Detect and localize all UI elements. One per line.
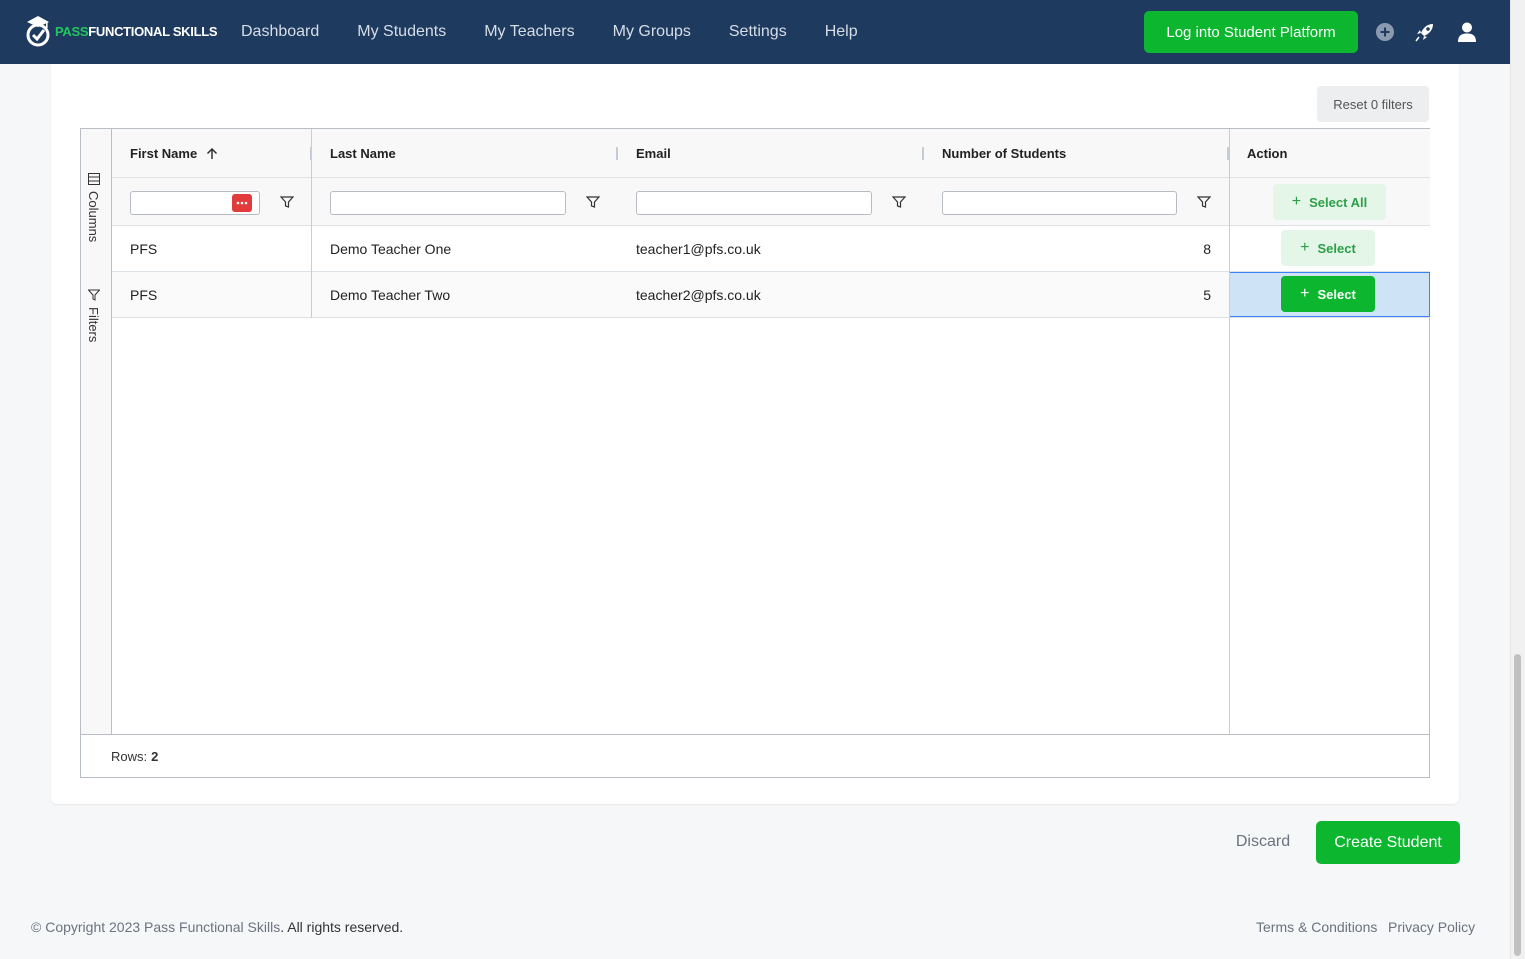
nav-my-teachers[interactable]: My Teachers	[484, 23, 574, 41]
grid-status-bar: Rows: 2	[81, 734, 1429, 777]
select-all-button[interactable]: + Select All	[1273, 184, 1386, 220]
filter-icon	[87, 289, 100, 301]
company-link[interactable]: Pass Functional Skills	[144, 919, 280, 935]
main-nav: Dashboard My Students My Teachers My Gro…	[241, 0, 896, 64]
rows-label: Rows:	[111, 748, 148, 764]
rocket-icon[interactable]	[1413, 20, 1437, 44]
filter-icon[interactable]	[586, 195, 600, 209]
column-header-action: Action	[1229, 129, 1430, 178]
cell-email: teacher2@pfs.co.uk	[636, 286, 761, 303]
plus-icon: +	[1300, 285, 1310, 302]
cell-first-name: PFS	[130, 286, 158, 303]
plus-icon: +	[1291, 193, 1302, 210]
copyright-prefix: © Copyright 2023	[31, 919, 145, 935]
column-header-label: First Name	[130, 146, 198, 161]
create-student-button[interactable]: Create Student	[1316, 821, 1460, 864]
column-divider	[311, 129, 312, 318]
rows-count: 2	[151, 748, 159, 764]
grid-filter-row: + Select All	[112, 178, 1430, 226]
discard-button[interactable]: Discard	[1215, 821, 1311, 863]
column-header-label: Last Name	[330, 146, 396, 161]
graduation-check-icon	[26, 16, 50, 47]
user-icon[interactable]	[1455, 20, 1479, 44]
select-row-button[interactable]: + Select	[1281, 230, 1375, 266]
select-label: Select	[1317, 286, 1356, 302]
column-header-last-name[interactable]: Last Name	[312, 129, 618, 178]
cell-number-of-students: 8	[1203, 240, 1211, 257]
number-of-students-filter-input[interactable]	[942, 191, 1177, 215]
copyright-text: © Copyright 2023 Pass Functional Skills.…	[31, 919, 403, 935]
columns-tab-label: Columns	[86, 191, 101, 243]
cell-number-of-students: 5	[1203, 286, 1211, 303]
grid-side-panel: Columns Filters	[81, 129, 112, 734]
cell-email: teacher1@pfs.co.uk	[636, 240, 761, 257]
select-label: Select	[1317, 240, 1356, 256]
email-filter-input[interactable]	[636, 191, 872, 215]
cell-first-name: PFS	[130, 240, 158, 257]
filters-panel-tab[interactable]: Filters	[86, 289, 101, 342]
filters-tab-label: Filters	[86, 307, 101, 343]
column-header-label: Action	[1247, 146, 1288, 161]
reset-filters-button[interactable]: Reset 0 filters	[1317, 86, 1429, 122]
column-divider	[1229, 129, 1230, 734]
column-header-first-name[interactable]: First Name	[112, 129, 312, 178]
filter-icon[interactable]	[280, 195, 294, 209]
select-row-button[interactable]: + Select	[1281, 276, 1375, 312]
select-all-label: Select All	[1309, 194, 1368, 210]
teachers-data-grid: Columns Filters First Name Last Name Ema…	[80, 128, 1430, 778]
nav-dashboard[interactable]: Dashboard	[241, 23, 319, 41]
grid-header-row: First Name Last Name Email Number of Stu…	[112, 129, 1430, 178]
column-header-label: Number of Students	[942, 146, 1067, 161]
table-row[interactable]: PFS Demo Teacher Two teacher2@pfs.co.uk …	[112, 272, 1430, 318]
plus-icon: +	[1300, 239, 1310, 256]
nav-my-students[interactable]: My Students	[357, 23, 446, 41]
cell-last-name: Demo Teacher Two	[330, 286, 451, 303]
log-into-student-platform-button[interactable]: Log into Student Platform	[1144, 11, 1358, 53]
filter-icon[interactable]	[1197, 195, 1211, 209]
table-row[interactable]: PFS Demo Teacher One teacher1@pfs.co.uk …	[112, 226, 1430, 272]
plus-circle-icon[interactable]	[1373, 20, 1397, 44]
scrollbar-thumb[interactable]	[1514, 654, 1521, 956]
sort-ascending-icon	[207, 147, 218, 159]
column-header-label: Email	[636, 146, 671, 161]
last-name-filter-input[interactable]	[330, 191, 566, 215]
columns-icon	[87, 173, 100, 185]
brand-logo[interactable]: PASSFUNCTIONAL SKILLS	[24, 14, 218, 48]
top-navigation-bar: PASSFUNCTIONAL SKILLS Dashboard My Stude…	[0, 0, 1510, 64]
columns-panel-tab[interactable]: Columns	[86, 173, 101, 242]
nav-help[interactable]: Help	[825, 23, 858, 41]
brand-name: PASSFUNCTIONAL SKILLS	[55, 23, 218, 39]
nav-my-groups[interactable]: My Groups	[613, 23, 691, 41]
column-header-number-of-students[interactable]: Number of Students	[924, 129, 1229, 178]
password-manager-icon[interactable]	[232, 194, 252, 212]
first-name-filter-input[interactable]	[130, 191, 260, 215]
copyright-suffix: . All rights reserved.	[280, 919, 404, 935]
nav-settings[interactable]: Settings	[729, 23, 787, 41]
filter-icon[interactable]	[892, 195, 906, 209]
cell-last-name: Demo Teacher One	[330, 240, 452, 257]
privacy-link[interactable]: Privacy Policy	[1388, 919, 1475, 935]
column-header-email[interactable]: Email	[618, 129, 924, 178]
terms-link[interactable]: Terms & Conditions	[1256, 919, 1377, 935]
